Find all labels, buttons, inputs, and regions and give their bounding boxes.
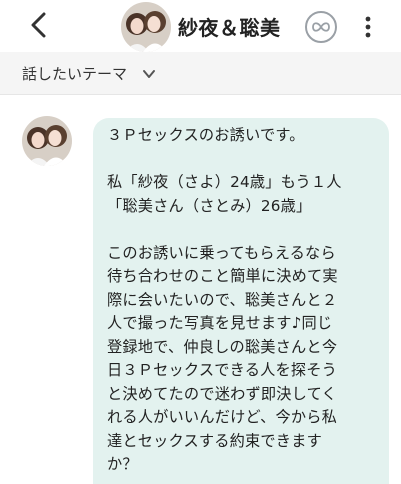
chat-header: 紗夜＆聡美: [0, 0, 401, 53]
message-line: [107, 218, 381, 242]
infinity-icon: [312, 22, 330, 32]
chevron-down-icon: [143, 70, 155, 78]
sender-avatar[interactable]: [22, 116, 72, 166]
message-line: [107, 148, 381, 172]
kebab-menu-icon: [365, 16, 371, 38]
message-bubble: ３Ｐセックスのお誘いです。 私「紗夜（さよ）24歳」もう１人 「聡美さん（さとみ…: [93, 118, 389, 484]
message-line: 達とセックスする約束できます: [107, 431, 322, 450]
sender-avatar-photo: [22, 116, 72, 166]
message-line: と決めてたので迷わず即決してく: [107, 384, 337, 403]
message-line: このお誘いに乗ってもらえるなら: [107, 243, 336, 262]
more-button[interactable]: [356, 10, 380, 44]
infinity-button[interactable]: [305, 11, 337, 43]
message-line: 際に会いたいので、聡美さんと２: [107, 290, 338, 309]
message-line: 待ち合わせのこと簡単に決めて実: [107, 267, 338, 285]
avatar-photo: [121, 2, 171, 52]
message-line: か？: [107, 455, 138, 473]
avatar[interactable]: [121, 2, 171, 52]
message-line: 「聡美さん（さとみ）26歳」: [107, 196, 312, 215]
message-line: 日３Ｐセックスできる人を探そう: [107, 361, 338, 379]
message-line: 人で撮った写真を見せます♪同じ: [107, 314, 333, 332]
chat-title: 紗夜＆聡美: [178, 16, 281, 40]
message-line: 登録地で、仲良しの聡美さんと今: [107, 337, 338, 356]
chevron-left-icon: [31, 12, 46, 38]
message-line: ３Ｐセックスのお誘いです。: [107, 126, 305, 144]
topic-bar[interactable]: 話したいテーマ: [0, 52, 401, 95]
message-line: れる人がいいんだけど、今から私: [107, 408, 338, 426]
topic-label: 話したいテーマ: [22, 65, 128, 83]
back-button[interactable]: [22, 8, 56, 42]
message-line: 私「紗夜（さよ）24歳」もう１人: [107, 173, 342, 191]
